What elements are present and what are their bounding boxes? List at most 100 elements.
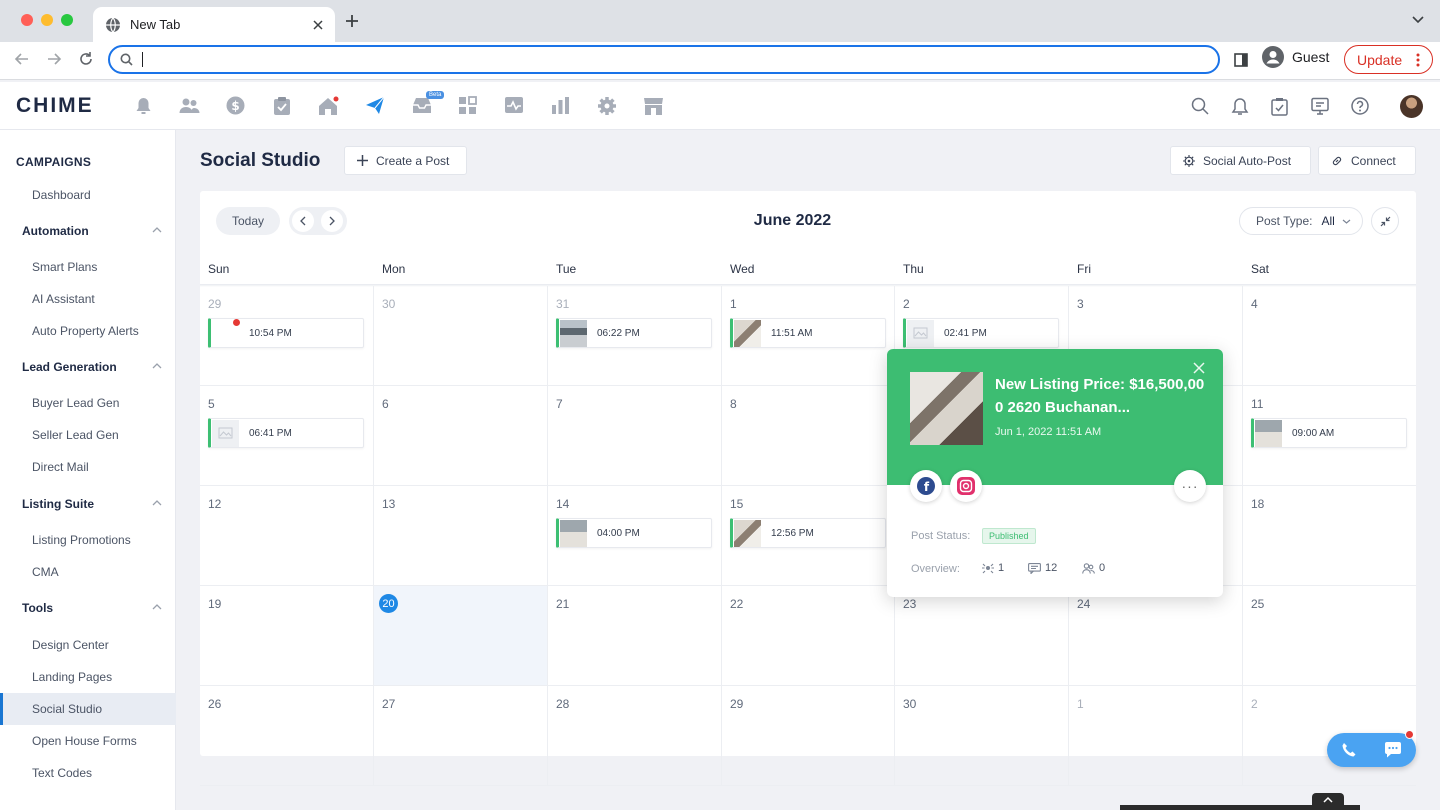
connect-button[interactable]: Connect <box>1318 146 1416 175</box>
gear-icon[interactable] <box>597 96 617 116</box>
alert-icon[interactable] <box>134 96 153 115</box>
clipboard-icon[interactable] <box>273 96 291 116</box>
social-auto-post-button[interactable]: Social Auto-Post <box>1170 146 1311 175</box>
calendar-day-cell[interactable]: 30 <box>374 286 548 386</box>
create-post-button[interactable]: Create a Post <box>344 146 467 175</box>
activity-icon[interactable] <box>504 96 524 114</box>
sidebar-item-text-codes[interactable]: Text Codes <box>0 757 176 789</box>
home-icon[interactable] <box>318 96 340 116</box>
sidebar-item-design-center[interactable]: Design Center <box>0 629 176 661</box>
more-options-icon[interactable]: ··· <box>1174 470 1206 502</box>
dashboard-grid-icon[interactable] <box>458 96 477 115</box>
user-avatar[interactable] <box>1400 95 1423 118</box>
facebook-icon[interactable]: f <box>910 470 942 502</box>
sidebar-item-seller-lead-gen[interactable]: Seller Lead Gen <box>0 419 176 451</box>
scheduled-post[interactable]: 06:41 PM <box>208 418 364 448</box>
scheduled-post[interactable]: 02:41 PM <box>903 318 1059 348</box>
calendar-day-cell[interactable]: 23 <box>895 586 1069 686</box>
scheduled-post[interactable]: 12:56 PM <box>730 518 886 548</box>
sidebar-group-automation[interactable]: Automation <box>0 215 176 247</box>
calendar-day-cell[interactable]: 20 <box>374 586 548 686</box>
tab-search-chevron-icon[interactable] <box>1412 16 1424 24</box>
sidebar-item-open-house-forms[interactable]: Open House Forms <box>0 725 176 757</box>
scheduled-post[interactable]: 10:54 PM <box>208 318 364 348</box>
calendar-day-cell[interactable]: 28 <box>548 686 722 786</box>
back-arrow-icon[interactable] <box>14 51 30 67</box>
reload-icon[interactable] <box>78 51 94 67</box>
calendar-day-cell[interactable]: 13 <box>374 486 548 586</box>
calendar-day-cell[interactable]: 11 09:00 AM <box>1243 386 1416 486</box>
post-type-select[interactable]: Post Type: All <box>1239 207 1363 235</box>
search-icon[interactable] <box>1191 97 1209 115</box>
calendar-day-cell[interactable]: 8 <box>722 386 895 486</box>
sidebar-item-social-studio[interactable]: Social Studio <box>0 693 176 725</box>
calendar-day-cell[interactable]: 4 <box>1243 286 1416 386</box>
help-icon[interactable] <box>1351 97 1369 115</box>
calendar-day-cell[interactable]: 7 <box>548 386 722 486</box>
profile-button[interactable]: Guest <box>1262 46 1329 68</box>
close-window-button[interactable] <box>21 14 33 26</box>
scheduled-post[interactable]: 09:00 AM <box>1251 418 1407 448</box>
calendar-day-cell[interactable]: 29 <box>722 686 895 786</box>
bar-chart-icon[interactable] <box>551 96 570 115</box>
sidebar-item-auto-property-alerts[interactable]: Auto Property Alerts <box>0 315 176 347</box>
calendar-day-cell[interactable]: 5 06:41 PM <box>200 386 374 486</box>
calendar-day-cell[interactable]: 19 <box>200 586 374 686</box>
post-time: 10:54 PM <box>249 327 292 339</box>
calendar-day-cell[interactable]: 31 06:22 PM <box>548 286 722 386</box>
task-icon[interactable] <box>1271 97 1288 116</box>
sidebar-item-buyer-lead-gen[interactable]: Buyer Lead Gen <box>0 387 176 419</box>
sidebar-item-listing-promotions[interactable]: Listing Promotions <box>0 524 176 556</box>
sidebar-item-ai-assistant[interactable]: AI Assistant <box>0 283 176 315</box>
dollar-icon[interactable]: $ <box>226 96 245 115</box>
chat-icon[interactable] <box>1384 742 1402 758</box>
new-tab-icon[interactable] <box>345 14 359 28</box>
sidebar-group-tools[interactable]: Tools <box>0 592 176 624</box>
calendar-day-cell[interactable]: 29 10:54 PM <box>200 286 374 386</box>
minimize-window-button[interactable] <box>41 14 53 26</box>
maximize-window-button[interactable] <box>61 14 73 26</box>
calendar-day-cell[interactable]: 15 12:56 PM <box>722 486 895 586</box>
chime-logo[interactable]: CHIME <box>16 94 94 118</box>
calendar-day-cell[interactable]: 27 <box>374 686 548 786</box>
sidebar-item-landing-pages[interactable]: Landing Pages <box>0 661 176 693</box>
sidebar-group-listing-suite[interactable]: Listing Suite <box>0 488 176 520</box>
instagram-icon[interactable] <box>950 470 982 502</box>
sidebar-item-smart-plans[interactable]: Smart Plans <box>0 251 176 283</box>
browser-tab[interactable]: New Tab <box>93 7 335 42</box>
calendar-day-cell[interactable]: 12 <box>200 486 374 586</box>
calendar-day-cell[interactable]: 22 <box>722 586 895 686</box>
sidebar-group-lead-generation[interactable]: Lead Generation <box>0 351 176 383</box>
sidebar-item-dashboard[interactable]: Dashboard <box>0 179 176 211</box>
sidebar-item-cma[interactable]: CMA <box>0 556 176 588</box>
calendar-day-cell[interactable]: 26 <box>200 686 374 786</box>
update-button[interactable]: Update <box>1344 45 1433 74</box>
sidebar-item-direct-mail[interactable]: Direct Mail <box>0 451 176 483</box>
calendar-day-cell[interactable]: 30 <box>895 686 1069 786</box>
message-icon[interactable] <box>1311 97 1329 115</box>
calendar-day-cell[interactable]: 6 <box>374 386 548 486</box>
calendar-day-cell[interactable]: 24 <box>1069 586 1243 686</box>
calendar-day-cell[interactable]: 25 <box>1243 586 1416 686</box>
address-bar[interactable] <box>108 45 1220 74</box>
close-icon[interactable] <box>1193 362 1205 374</box>
side-panel-icon[interactable] <box>1234 53 1248 67</box>
profile-label: Guest <box>1292 49 1330 65</box>
drawer-toggle[interactable] <box>1312 793 1344 807</box>
bell-icon[interactable] <box>1231 97 1249 116</box>
calendar-day-cell[interactable]: 1 <box>1069 686 1243 786</box>
forward-arrow-icon[interactable] <box>46 51 62 67</box>
calendar-day-cell[interactable]: 21 <box>548 586 722 686</box>
people-icon[interactable] <box>179 96 200 115</box>
calendar-day-cell[interactable]: 18 <box>1243 486 1416 586</box>
collapse-icon[interactable] <box>1371 207 1399 235</box>
scheduled-post[interactable]: 11:51 AM <box>730 318 886 348</box>
phone-icon[interactable] <box>1341 742 1357 758</box>
close-tab-icon[interactable] <box>313 19 323 30</box>
calendar-day-cell[interactable]: 14 04:00 PM <box>548 486 722 586</box>
calendar-day-cell[interactable]: 1 11:51 AM <box>722 286 895 386</box>
store-icon[interactable] <box>643 96 664 116</box>
scheduled-post[interactable]: 06:22 PM <box>556 318 712 348</box>
scheduled-post[interactable]: 04:00 PM <box>556 518 712 548</box>
send-icon[interactable] <box>365 96 385 115</box>
